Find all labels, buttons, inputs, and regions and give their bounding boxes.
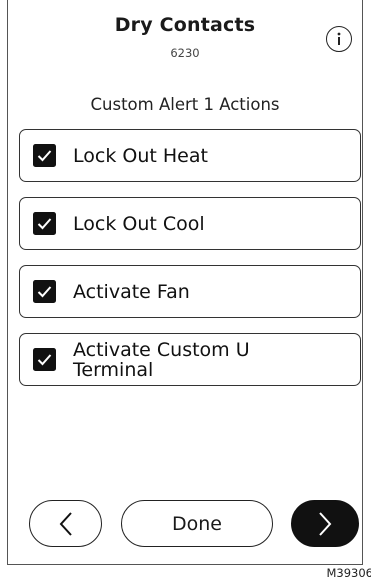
done-button[interactable]: Done (121, 500, 273, 547)
info-icon (337, 32, 341, 45)
option-label: Lock Out Cool (73, 212, 205, 235)
page-subtitle: 6230 (170, 46, 200, 60)
figure-reference: M39306 (326, 566, 371, 580)
option-label: Activate Custom U Terminal (73, 338, 250, 381)
checkbox-checked-icon[interactable] (33, 212, 56, 235)
checkbox-checked-icon[interactable] (33, 280, 56, 303)
info-button[interactable] (326, 26, 352, 52)
section-title: Custom Alert 1 Actions (90, 95, 280, 114)
next-button[interactable] (291, 500, 359, 547)
option-lock-out-cool[interactable]: Lock Out Cool (19, 197, 361, 250)
back-button[interactable] (29, 500, 102, 547)
checkbox-checked-icon[interactable] (33, 348, 56, 371)
option-activate-fan[interactable]: Activate Fan (19, 265, 361, 318)
option-label: Lock Out Heat (73, 144, 208, 167)
option-activate-custom-u-terminal[interactable]: Activate Custom U Terminal (19, 333, 361, 386)
option-label: Activate Fan (73, 280, 190, 303)
checkbox-checked-icon[interactable] (33, 144, 56, 167)
thermostat-screen: Dry Contacts 6230 Custom Alert 1 Actions… (7, 0, 363, 565)
page-title: Dry Contacts (114, 14, 256, 36)
option-lock-out-heat[interactable]: Lock Out Heat (19, 129, 361, 182)
chevron-right-icon (319, 511, 332, 536)
chevron-left-icon (59, 511, 72, 536)
